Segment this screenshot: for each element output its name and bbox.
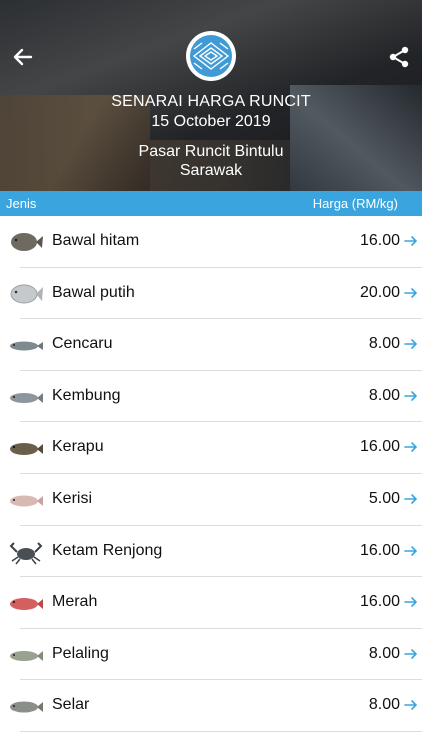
- item-name: Ketam Renjong: [52, 541, 163, 559]
- arrow-right-icon: [404, 339, 418, 349]
- page-title: SENARAI HARGA RUNCIT: [111, 93, 311, 110]
- item-price: 8.00: [368, 386, 400, 404]
- arrow-right-icon: [404, 390, 418, 401]
- row-divider: [20, 730, 422, 732]
- price-list: Bawal hitam 16.00 Bawal putih 20.00 Cenc…: [0, 216, 422, 732]
- list-item[interactable]: Kerapu 16.00: [0, 422, 422, 474]
- item-price: 8.00: [368, 644, 400, 662]
- list-item[interactable]: Bawal hitam 16.00: [0, 216, 422, 268]
- market-name: Pasar Runcit Bintulu: [138, 143, 284, 160]
- share-icon: [389, 46, 409, 68]
- header-banner: SENARAI HARGA RUNCIT 15 October 2019 Pas…: [0, 0, 422, 191]
- column-price-label: Harga (RM/kg): [312, 196, 398, 211]
- column-type-label: Jenis: [6, 196, 37, 211]
- item-name: Selar: [52, 696, 90, 714]
- item-name: Kerisi: [52, 489, 93, 507]
- item-name: Kembung: [52, 386, 121, 404]
- pomfret-black-fish-icon: [11, 233, 43, 251]
- price-date: 15 October 2019: [151, 113, 271, 130]
- app-logo: [186, 31, 236, 81]
- arrow-right-icon: [404, 700, 418, 711]
- arrow-right-icon: [404, 287, 418, 298]
- state-name: Sarawak: [179, 162, 243, 179]
- item-name: Bawal putih: [52, 283, 135, 301]
- red-snapper-fish-icon: [10, 598, 43, 611]
- item-price: 16.00: [359, 232, 400, 249]
- list-item[interactable]: Merah 16.00: [0, 577, 422, 629]
- list-item[interactable]: Selar 8.00: [0, 680, 422, 732]
- list-item[interactable]: Kembung 8.00: [0, 371, 422, 423]
- item-name: Merah: [52, 593, 98, 611]
- list-item[interactable]: Pelaling 8.00: [0, 629, 422, 681]
- item-price: 8.00: [368, 696, 400, 714]
- mackerel-fish-icon: [10, 392, 43, 403]
- threadfin-bream-fish-icon: [10, 495, 43, 507]
- pomfret-white-fish-icon: [10, 284, 43, 304]
- item-name: Kerapu: [52, 438, 104, 456]
- arrow-right-icon: [404, 545, 418, 556]
- item-price: 16.00: [359, 438, 400, 456]
- back-button[interactable]: [10, 44, 36, 70]
- item-name: Pelaling: [52, 644, 109, 662]
- grouper-fish-icon: [10, 443, 43, 456]
- item-price: 5.00: [368, 489, 400, 507]
- item-price: 20.00: [359, 283, 400, 301]
- list-item[interactable]: Bawal putih 20.00: [0, 268, 422, 320]
- item-price: 16.00: [359, 541, 400, 559]
- arrow-right-icon: [404, 648, 418, 659]
- item-price: 16.00: [359, 593, 400, 611]
- scad-fish-icon: [10, 341, 43, 351]
- trevally-fish-icon: [10, 701, 43, 713]
- mackerel-fish-icon: [10, 650, 43, 661]
- item-name: Cencaru: [52, 335, 113, 353]
- crab-icon: [9, 541, 43, 565]
- list-item[interactable]: Ketam Renjong 16.00: [0, 526, 422, 578]
- list-item[interactable]: Kerisi 5.00: [0, 474, 422, 526]
- list-item[interactable]: Cencaru 8.00: [0, 319, 422, 371]
- fish-scale-logo-icon: [192, 42, 230, 70]
- arrow-right-icon: [404, 494, 418, 504]
- item-price: 8.00: [368, 335, 400, 353]
- share-button[interactable]: [386, 44, 412, 70]
- arrow-right-icon: [404, 236, 418, 246]
- item-name: Bawal hitam: [52, 232, 140, 249]
- arrow-right-icon: [404, 597, 418, 607]
- column-header-bar: Jenis Harga (RM/kg): [0, 191, 422, 216]
- arrow-left-icon: [13, 48, 33, 66]
- arrow-right-icon: [404, 442, 418, 453]
